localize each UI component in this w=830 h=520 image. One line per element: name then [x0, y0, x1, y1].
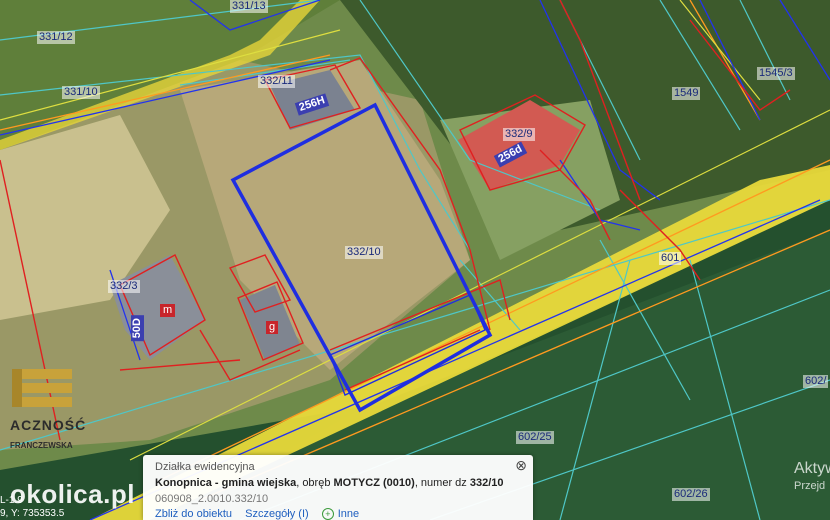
popup-sep-1: , obręb [296, 477, 334, 489]
popup-parcel-number: 332/10 [469, 477, 504, 489]
other-link-label: Inne [337, 508, 360, 520]
logo-subtitle: FRANCZEWSKA [10, 441, 73, 450]
parcel-label-332-11: 332/11 [258, 75, 295, 88]
parcel-label-331-12: 331/12 [37, 31, 75, 44]
logo-title: ACZNOŚĆ [10, 417, 87, 433]
parcel-label-332-3: 332/3 [108, 280, 140, 293]
parcel-label-331-13: 331/13 [230, 0, 268, 13]
parcel-label-1549: 1549 [672, 87, 701, 100]
building-letter-m: m [160, 304, 176, 317]
parcel-label-602-25: 602/25 [516, 431, 554, 444]
parcel-info-popup: Działka ewidencyjna ⊗ Konopnica - gmina … [143, 455, 533, 520]
other-link[interactable]: + Inne [321, 508, 360, 520]
popup-identifier: 060908_2.0010.332/10 [155, 493, 269, 505]
parcel-label-601: 601 [659, 252, 682, 265]
building-label-50d: 50D [131, 315, 144, 342]
popup-municipality: Konopnica - gmina wiejska [155, 477, 297, 489]
parcel-label-332-9: 332/9 [503, 128, 535, 141]
activation-notice: Aktyw [794, 460, 830, 477]
parcel-label-602-right: 602/ [803, 375, 829, 388]
map-canvas[interactable] [0, 0, 830, 520]
details-link[interactable]: Szczegóły (I) [245, 508, 309, 520]
plus-icon: + [321, 508, 334, 520]
building-letter-g: g [266, 321, 279, 334]
activation-notice-sub: Przejd [794, 480, 826, 492]
close-icon[interactable]: ⊗ [515, 457, 527, 474]
popup-sep-2: , numer dz [414, 477, 470, 489]
coordinate-line-1: L-1.9 [0, 495, 23, 506]
popup-links: Zbliż do obiektu Szczegóły (I) + Inne [155, 508, 369, 520]
watermark: okolica.pl [10, 479, 135, 509]
company-logo: ACZNOŚĆ FRANCZEWSKA [0, 335, 95, 465]
parcel-label-331-10: 331/10 [62, 86, 100, 99]
parcel-label-602-26: 602/26 [672, 488, 710, 501]
popup-precinct: MOTYCZ (0010) [333, 477, 415, 489]
zoom-to-object-link[interactable]: Zbliż do obiektu [155, 508, 232, 520]
popup-header: Działka ewidencyjna [155, 461, 255, 473]
popup-info-line: Konopnica - gmina wiejska, obręb MOTYCZ … [155, 477, 504, 489]
coordinate-line-2: 9, Y: 735353.5 [0, 508, 65, 519]
parcel-label-1545-3: 1545/3 [757, 67, 795, 80]
parcel-label-332-10: 332/10 [345, 246, 383, 259]
